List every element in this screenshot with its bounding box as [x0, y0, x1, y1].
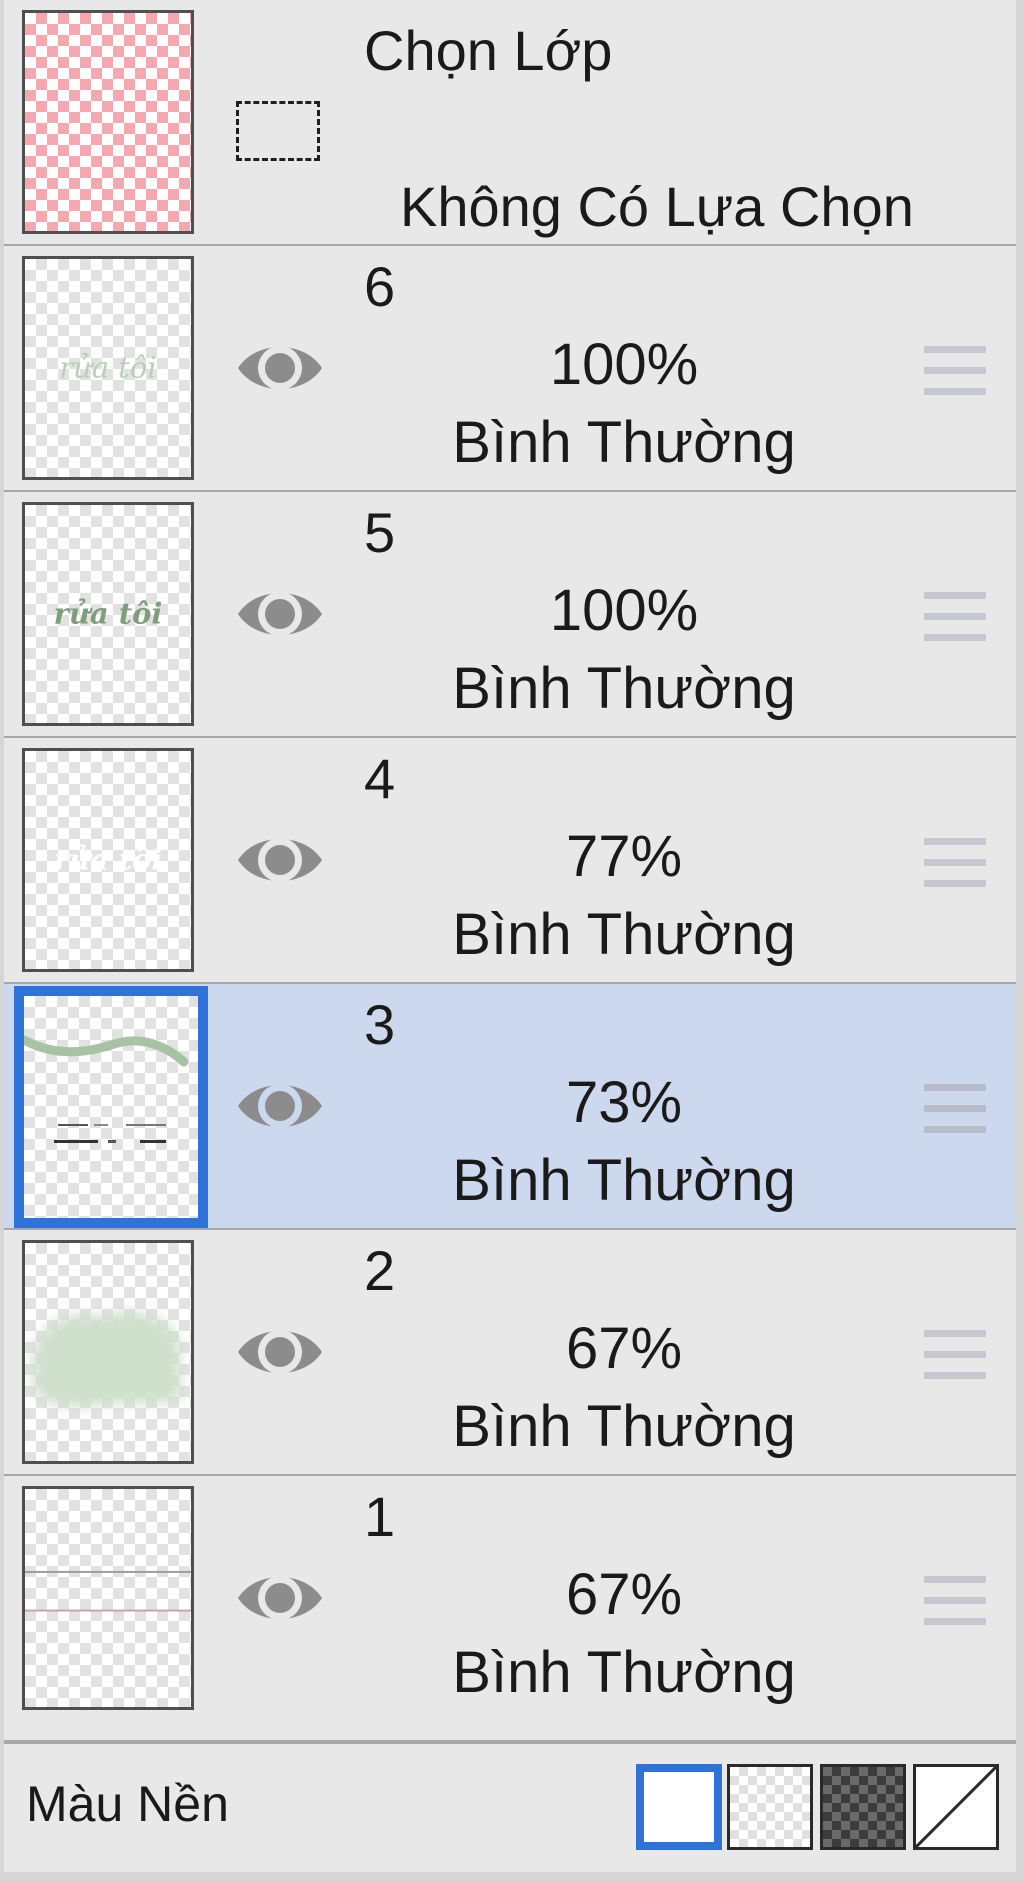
layer-row-6[interactable]: rửa tôi 6 100% Bình Thường	[4, 246, 1016, 492]
selection-rectangle-icon	[236, 101, 320, 161]
drag-handle-icon[interactable]	[924, 1576, 986, 1628]
diagonal-slash-icon	[916, 1767, 996, 1847]
layer-blend-mode: Bình Thường	[452, 410, 796, 475]
layer-blend-mode: Bình Thường	[452, 902, 796, 967]
drag-handle-icon[interactable]	[924, 592, 986, 644]
layer-row-4[interactable]: rửa tôi 4 77% Bình Thường	[4, 738, 1016, 984]
svg-text:rửa tôi: rửa tôi	[54, 843, 163, 877]
layer-thumbnail: rửa tôi	[22, 502, 194, 726]
layer-blend-mode: Bình Thường	[452, 1640, 796, 1705]
drag-handle-icon[interactable]	[924, 346, 986, 398]
background-color-bar: Màu Nền	[4, 1742, 1016, 1872]
thumbnail-text-art: rửa tôi	[54, 843, 163, 877]
svg-text:rửa tôi: rửa tôi	[54, 597, 163, 631]
background-dark-checker-swatch[interactable]	[820, 1764, 906, 1850]
drag-handle-icon[interactable]	[924, 1084, 986, 1136]
background-none-swatch[interactable]	[913, 1764, 999, 1850]
layer-opacity: 67%	[565, 1316, 683, 1381]
drag-handle-icon[interactable]	[924, 838, 986, 890]
thumbnail-art	[25, 1570, 191, 1612]
layer-row-3[interactable]: 3 73% Bình Thường	[4, 984, 1016, 1230]
layer-row-5[interactable]: rửa tôi 5 100% Bình Thường	[4, 492, 1016, 738]
selection-status: Không Có Lựa Chọn	[400, 175, 914, 238]
background-white-swatch[interactable]	[636, 1764, 722, 1850]
eye-icon[interactable]	[236, 578, 324, 650]
layer-thumbnail	[14, 986, 208, 1228]
thumbnail-text-art: rửa tôi	[59, 351, 156, 385]
layer-row-2[interactable]: 2 67% Bình Thường	[4, 1230, 1016, 1476]
layer-opacity: 73%	[565, 1070, 683, 1135]
layer-opacity: 77%	[565, 824, 683, 889]
thumbnail-art	[24, 1035, 189, 1143]
selection-layer-row[interactable]: Chọn Lớp Không Có Lựa Chọn	[4, 0, 1016, 246]
layer-thumbnail	[22, 1486, 194, 1710]
layer-thumbnail	[22, 1240, 194, 1464]
layers-panel: Chọn Lớp Không Có Lựa Chọn rửa tôi 6 100…	[4, 0, 1016, 1872]
background-color-label: Màu Nền	[26, 1776, 229, 1832]
eye-icon[interactable]	[236, 1316, 324, 1388]
layer-opacity: 100%	[549, 578, 699, 643]
layer-row-1[interactable]: 1 67% Bình Thường	[4, 1476, 1016, 1742]
layer-name: 3	[364, 993, 396, 1056]
background-checker-swatch[interactable]	[727, 1764, 813, 1850]
layer-name: 1	[364, 1485, 396, 1548]
layer-blend-mode: Bình Thường	[452, 656, 796, 721]
layer-opacity: 67%	[565, 1562, 683, 1627]
layer-name: 2	[364, 1239, 396, 1302]
layer-thumbnail: rửa tôi	[22, 748, 194, 972]
svg-text:rửa tôi: rửa tôi	[59, 351, 156, 385]
selection-layer-title: Chọn Lớp	[364, 19, 613, 82]
layer-blend-mode: Bình Thường	[452, 1148, 796, 1213]
layer-name: 6	[364, 255, 396, 318]
layer-name: 5	[364, 501, 396, 564]
thumbnail-art	[32, 1311, 182, 1408]
eye-icon[interactable]	[236, 332, 324, 404]
drag-handle-icon[interactable]	[924, 1330, 986, 1382]
layer-blend-mode: Bình Thường	[452, 1394, 796, 1459]
layer-opacity: 100%	[549, 332, 699, 397]
thumbnail-text-art: rửa tôi	[54, 597, 163, 631]
eye-icon[interactable]	[236, 824, 324, 896]
layer-thumbnail: rửa tôi	[22, 256, 194, 480]
eye-icon[interactable]	[236, 1562, 324, 1634]
selection-layer-thumbnail	[22, 10, 194, 234]
eye-icon[interactable]	[236, 1070, 324, 1142]
layer-name: 4	[364, 747, 396, 810]
